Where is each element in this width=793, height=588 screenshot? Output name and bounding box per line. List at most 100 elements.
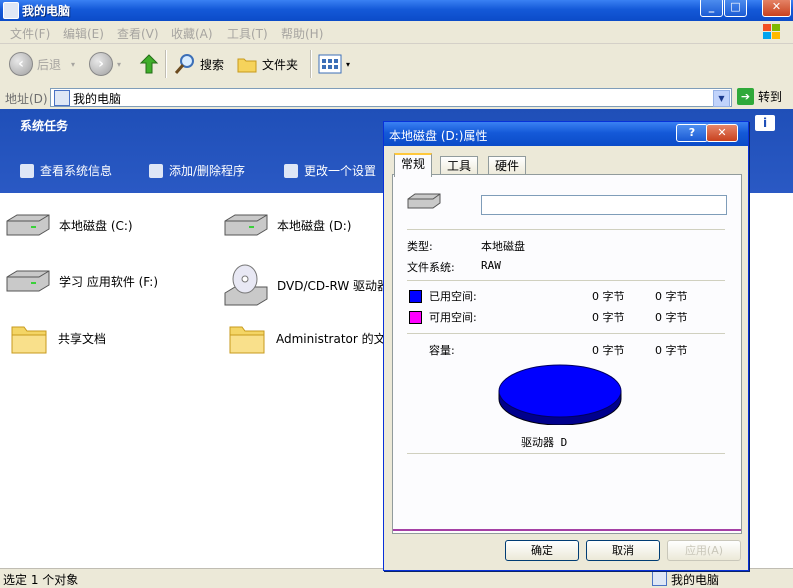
tab-general[interactable]: 常规 [394,153,433,177]
free-space-size: 0 字节 [655,311,688,324]
free-space-label: 可用空间: [429,311,477,324]
address-value: 我的电脑 [73,92,122,106]
search-button[interactable]: 搜索 [174,50,224,78]
chevron-down-icon: ▾ [117,59,122,69]
dvd-drive[interactable]: DVD/CD-RW 驱动器 ( [223,263,398,307]
folder-icon [229,326,265,354]
dialog-close-button[interactable]: ✕ [706,124,738,142]
separator [165,50,167,78]
address-dropdown-button[interactable]: ▼ [713,90,730,107]
menu-view[interactable]: 查看(V) [117,25,159,42]
menu-tools[interactable]: 工具(T) [227,25,268,42]
task-view-system-info[interactable]: 查看系统信息 [20,162,112,179]
views-button[interactable]: ▾ [318,50,350,78]
file-label: 共享文档 [58,331,107,346]
folders-button[interactable]: 文件夹 [236,50,298,78]
task-change-setting[interactable]: 更改一个设置 [284,162,376,179]
drive-label: 驱动器 D [521,436,568,449]
close-button[interactable]: ✕ [762,0,791,17]
search-label: 搜索 [200,57,225,72]
maximize-button[interactable]: □ [724,0,747,17]
task-pane-title: 系统任务 [20,119,69,133]
file-label: DVD/CD-RW 驱动器 ( [277,278,398,293]
up-folder-button[interactable] [138,50,160,78]
volume-label-input[interactable] [481,195,727,215]
back-label: 后退 [37,57,62,72]
task-label: 添加/删除程序 [169,164,246,178]
hard-drive-icon [407,193,441,209]
back-arrow-icon: ‹ [9,52,33,76]
back-button[interactable]: ‹ 后退 ▾ [9,50,75,78]
free-space-swatch [409,311,422,324]
type-label: 类型: [407,240,433,253]
general-panel: 类型: 本地磁盘 文件系统: RAW 已用空间: 0 字节 0 字节 可用空间:… [392,174,742,534]
menu-edit[interactable]: 编辑(E) [63,25,104,42]
menu-favorites[interactable]: 收藏(A) [171,25,213,42]
go-arrow-icon: ➔ [737,88,754,105]
dvd-drive-icon [224,264,268,306]
tab-hardware[interactable]: 硬件 [488,156,527,175]
used-space-swatch [409,290,422,303]
task-add-remove-programs[interactable]: 添加/删除程序 [149,162,245,179]
hard-drive-icon [224,214,268,236]
menu-help[interactable]: 帮助(H) [281,25,323,42]
computer-icon [652,571,667,586]
folders-label: 文件夹 [262,57,299,72]
go-label: 转到 [758,90,783,104]
apply-button[interactable]: 应用(A) [667,540,741,561]
task-label: 查看系统信息 [40,164,113,178]
file-system-value: RAW [481,259,501,272]
capacity-size: 0 字节 [655,344,688,357]
capacity-label: 容量: [429,344,455,357]
title-bar: 我的电脑 _ □ ✕ [0,0,793,21]
dialog-title-bar: 本地磁盘 (D:)属性 ? ✕ [384,122,748,146]
info-icon[interactable]: i [755,115,775,131]
settings-icon [284,163,298,178]
file-label: 本地磁盘 (C:) [59,218,133,233]
system-info-icon [20,163,34,178]
forward-button[interactable]: › ▾ [89,50,121,78]
forward-arrow-icon: › [89,52,113,76]
status-bar: 选定 1 个对象 我的电脑 [0,568,793,588]
drive-f[interactable]: 学习 应用软件 (F:) [5,269,158,293]
toolbar: ‹ 后退 ▾ › ▾ 搜索 文件夹 ▾ [0,44,793,87]
status-selection: 选定 1 个对象 [3,573,79,587]
panel-bottom-line [393,529,741,531]
tab-tools[interactable]: 工具 [440,156,479,175]
divider [407,333,725,334]
computer-icon [3,2,19,19]
file-label: 本地磁盘 (D:) [277,218,352,233]
ok-button[interactable]: 确定 [505,540,579,561]
folder-icon [237,58,257,73]
menu-file[interactable]: 文件(F) [10,25,50,42]
chevron-down-icon: ▾ [346,59,351,69]
admin-documents[interactable]: Administrator 的文档 [228,321,398,355]
divider [407,280,725,281]
view-grid-icon [318,54,342,74]
file-label: 学习 应用软件 (F:) [59,274,159,289]
address-input[interactable]: 我的电脑 ▼ [50,88,732,107]
help-button[interactable]: ? [676,124,708,142]
chevron-down-icon: ▾ [71,59,76,69]
cancel-button[interactable]: 取消 [586,540,660,561]
free-space-bytes: 0 字节 [592,311,625,324]
go-button[interactable]: ➔ 转到 [737,88,782,105]
capacity-bytes: 0 字节 [592,344,625,357]
drive-d[interactable]: 本地磁盘 (D:) [223,213,351,237]
file-system-label: 文件系统: [407,261,455,274]
drive-c[interactable]: 本地磁盘 (C:) [5,213,133,237]
divider [407,229,725,230]
computer-icon [54,90,70,106]
menu-bar: 文件(F) 编辑(E) 查看(V) 收藏(A) 工具(T) 帮助(H) [0,21,793,44]
windows-logo-icon [763,24,780,39]
divider [407,453,725,454]
shared-documents[interactable]: 共享文档 [10,321,106,355]
properties-dialog: 本地磁盘 (D:)属性 ? ✕ 常规 工具 硬件 类型: 本地磁盘 文件系统: … [383,121,749,571]
dialog-title: 本地磁盘 (D:)属性 [389,129,488,143]
hard-drive-icon [6,214,50,236]
used-space-size: 0 字节 [655,290,688,303]
task-label: 更改一个设置 [304,164,377,178]
minimize-button[interactable]: _ [700,0,723,17]
hard-drive-icon [6,270,50,292]
address-label: 地址(D) [5,92,48,106]
